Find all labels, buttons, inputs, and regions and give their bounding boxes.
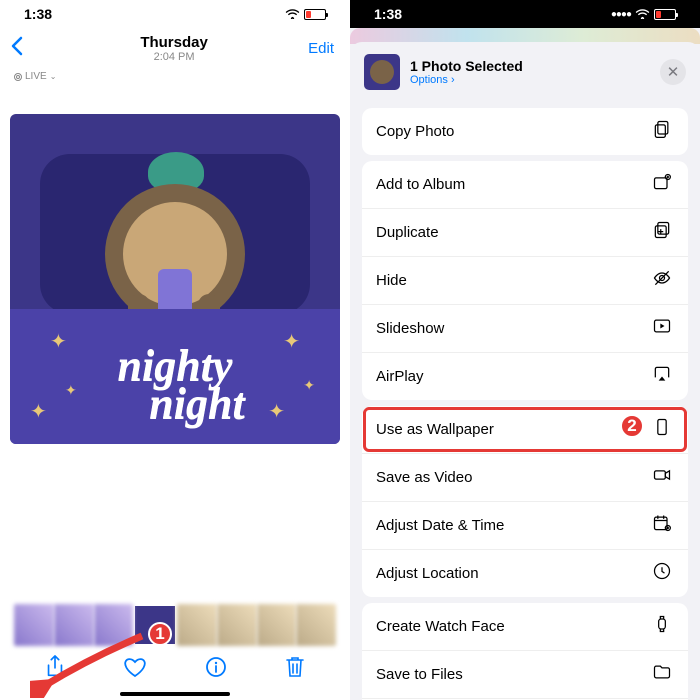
row-label: Create Watch Face xyxy=(376,618,505,635)
back-button[interactable] xyxy=(10,36,40,62)
nav-title: Thursday xyxy=(40,34,308,51)
chevron-down-icon: ⌄ xyxy=(50,72,57,81)
location-icon xyxy=(650,561,674,586)
action-add-to-album[interactable]: Add to Album xyxy=(362,161,688,209)
nav-subtitle: 2:04 PM xyxy=(40,51,308,63)
close-button[interactable]: ✕ xyxy=(660,59,686,85)
action-create-watch-face[interactable]: Create Watch Face xyxy=(362,603,688,651)
phone-screen-left: 1:38 Thursday 2:04 PM Edit LIVE ⌄ ✦ ✦ ✦ xyxy=(0,0,350,700)
nav-bar: Thursday 2:04 PM Edit xyxy=(0,28,350,69)
info-button[interactable] xyxy=(205,656,227,684)
hide-icon xyxy=(650,268,674,293)
wifi-icon xyxy=(285,7,300,22)
action-hide[interactable]: Hide xyxy=(362,257,688,305)
annotation-badge-1: 1 xyxy=(148,622,172,646)
signal-icon: ●●●● xyxy=(611,9,631,20)
row-label: Slideshow xyxy=(376,320,444,337)
sheet-title: 1 Photo Selected xyxy=(410,58,650,74)
action-duplicate[interactable]: Duplicate xyxy=(362,209,688,257)
copy-icon xyxy=(650,119,674,144)
row-label: Save as Video xyxy=(376,469,472,486)
row-label: Adjust Location xyxy=(376,565,479,582)
phone-screen-right: 1:38 ●●●● 1 Photo Selected Options › ✕ C… xyxy=(350,0,700,700)
live-icon xyxy=(14,73,22,81)
row-label: Adjust Date & Time xyxy=(376,517,504,534)
sheet-header: 1 Photo Selected Options › ✕ xyxy=(350,42,700,102)
airplay-icon xyxy=(650,364,674,389)
action-save-to-files[interactable]: Save to Files xyxy=(362,651,688,699)
wallpaper-icon xyxy=(650,417,674,442)
action-use-as-wallpaper[interactable]: Use as Wallpaper 2 xyxy=(362,406,688,454)
edit-button[interactable]: Edit xyxy=(308,40,334,57)
action-slideshow[interactable]: Slideshow xyxy=(362,305,688,353)
status-icons: ●●●● xyxy=(611,7,676,22)
bottom-toolbar xyxy=(0,652,350,688)
share-sheet: 1 Photo Selected Options › ✕ Copy Photo A… xyxy=(350,42,700,700)
annotation-badge-2: 2 xyxy=(620,414,644,438)
slideshow-icon xyxy=(650,316,674,341)
row-label: Add to Album xyxy=(376,176,465,193)
battery-icon xyxy=(304,9,326,20)
home-indicator[interactable] xyxy=(120,692,230,696)
delete-button[interactable] xyxy=(285,655,305,685)
live-badge[interactable]: LIVE ⌄ xyxy=(0,69,350,84)
watch-icon xyxy=(650,614,674,639)
battery-icon xyxy=(654,9,676,20)
row-label: AirPlay xyxy=(376,368,424,385)
video-icon xyxy=(650,465,674,490)
nav-title-area: Thursday 2:04 PM xyxy=(40,34,308,63)
sheet-options-link[interactable]: Options › xyxy=(410,74,650,86)
album-icon xyxy=(650,172,674,197)
row-label: Use as Wallpaper xyxy=(376,421,494,438)
calendar-icon xyxy=(650,513,674,538)
photo-caption: nighty night xyxy=(10,347,340,422)
row-label: Copy Photo xyxy=(376,123,454,140)
status-time: 1:38 xyxy=(24,6,52,22)
status-bar: 1:38 ●●●● xyxy=(350,0,700,28)
duplicate-icon xyxy=(650,220,674,245)
status-bar: 1:38 xyxy=(0,0,350,28)
sheet-thumbnail xyxy=(364,54,400,90)
photo-view[interactable]: ✦ ✦ ✦ ✦ ✦ ✦ nighty night xyxy=(10,114,340,444)
row-label: Save to Files xyxy=(376,666,463,683)
thumbnail-strip[interactable] xyxy=(14,604,336,646)
share-button[interactable] xyxy=(45,655,65,685)
action-adjust-date-time[interactable]: Adjust Date & Time xyxy=(362,502,688,550)
row-label: Duplicate xyxy=(376,224,439,241)
row-label: Hide xyxy=(376,272,407,289)
action-adjust-location[interactable]: Adjust Location xyxy=(362,550,688,597)
action-save-as-video[interactable]: Save as Video xyxy=(362,454,688,502)
files-icon xyxy=(650,662,674,687)
status-time: 1:38 xyxy=(374,6,402,22)
action-airplay[interactable]: AirPlay xyxy=(362,353,688,400)
action-copy-photo[interactable]: Copy Photo xyxy=(362,108,688,155)
wifi-icon xyxy=(635,7,650,22)
status-icons xyxy=(285,7,326,22)
favorite-button[interactable] xyxy=(123,656,147,684)
